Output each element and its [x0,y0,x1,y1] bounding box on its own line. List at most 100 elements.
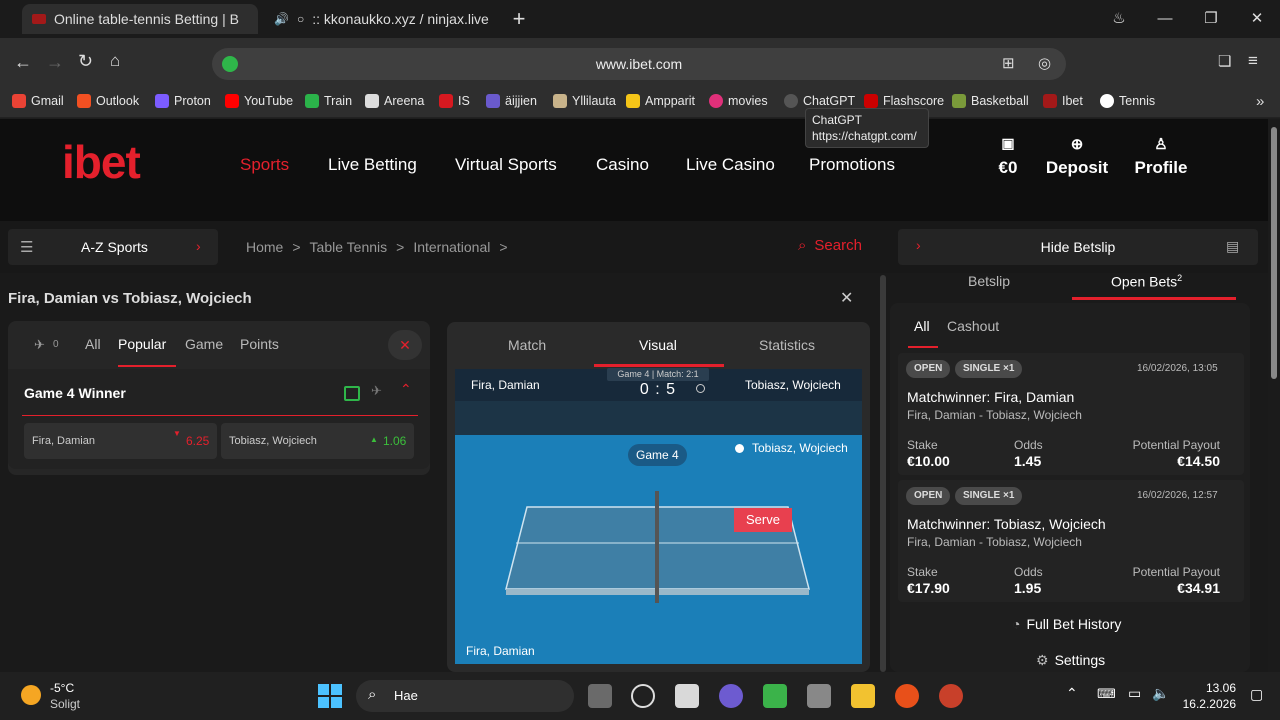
chatgpt-app-icon[interactable] [631,684,655,708]
chevron-up-icon[interactable]: ⌃ [1066,685,1078,702]
app-icon[interactable] [675,684,699,708]
bookmark-train[interactable]: Train [305,94,352,108]
tab-statistics[interactable]: Statistics [759,337,815,353]
restore-button[interactable]: ❐ [1199,8,1223,30]
bookmark-yllilauta[interactable]: Yllilauta [553,94,616,108]
bet-card[interactable]: OPEN SINGLE ×1 16/02/2026, 13:05 Matchwi… [898,353,1244,475]
hide-betslip-button[interactable]: › Hide Betslip ▤ [898,229,1258,265]
breadcrumb-table-tennis[interactable]: Table Tennis [310,239,388,255]
tab-betslip[interactable]: Betslip [968,273,1010,289]
network-icon[interactable]: ▭ [1128,685,1141,702]
tab-visual[interactable]: Visual [639,337,677,353]
bookmark-youtube[interactable]: YouTube [225,94,293,108]
back-icon[interactable]: ← [14,52,32,73]
clock-time[interactable]: 13.06 [1180,681,1236,695]
deposit-button[interactable]: ⊕ Deposit [1040,135,1114,178]
tab-kkonaukko[interactable]: 🔊 ○ :: kkonaukko.xyz / ninjax.live [264,4,504,34]
add-page-icon[interactable]: ⊞ [1002,54,1015,72]
full-history-label: Full Bet History [1026,616,1122,632]
aria-icon[interactable]: ◎ [1038,54,1051,72]
task-view-icon[interactable] [588,684,612,708]
bookmark-movies[interactable]: movies [709,94,768,108]
flame-icon[interactable]: ♨ [1107,8,1131,30]
address-bar[interactable]: www.ibet.com ⊞ ◎ [212,48,1066,80]
bookmark-gmail[interactable]: Gmail [12,94,64,108]
history-icon: ◔ [1012,616,1021,632]
selection-tobiasz[interactable]: Tobiasz, Wojciech ▲ 1.06 [221,423,414,459]
tab-game[interactable]: Game [185,336,223,352]
notifications-icon[interactable]: ▢ [1250,686,1263,703]
balance-button[interactable]: ▣ €0 [990,135,1026,178]
windows-start-icon[interactable] [318,684,342,708]
chevron-up-icon[interactable]: ⌃ [400,381,412,398]
close-markets-button[interactable]: ✕ [388,330,422,360]
breadcrumb-international[interactable]: International [413,239,490,255]
bookmark-flashscore[interactable]: Flashscore [864,94,944,108]
profile-button[interactable]: ♙ Profile [1130,135,1192,178]
pin-icon[interactable]: ✈ [371,383,382,399]
nav-sports[interactable]: Sports [240,155,289,175]
tab-match[interactable]: Match [508,337,546,353]
search-label: Search [814,237,862,254]
bookmark-basketball[interactable]: Basketball [952,94,1029,108]
bookmark-ampparit[interactable]: Ampparit [626,94,695,108]
bookmark-areena[interactable]: Areena [365,94,424,108]
nav-promotions[interactable]: Promotions [809,155,895,175]
tab-open-bets[interactable]: Open Bets2 [1111,273,1182,290]
bookmark-is[interactable]: IS [439,94,470,108]
menu-icon[interactable]: ≡ [1248,51,1258,71]
scrollbar-thumb[interactable] [1271,127,1277,379]
close-window-button[interactable]: ✕ [1245,8,1269,30]
nav-casino[interactable]: Casino [596,155,649,175]
selection-fira[interactable]: Fira, Damian ▼ 6.25 [24,423,217,459]
score: 0 : 5 [639,381,677,398]
az-sports-button[interactable]: ☰ A-Z Sports › [8,229,218,265]
full-bet-history-link[interactable]: ◔ Full Bet History [1012,616,1121,632]
nav-virtual-sports[interactable]: Virtual Sports [455,155,557,175]
home-icon[interactable]: ⌂ [110,51,120,71]
new-tab-button[interactable]: + [507,8,531,30]
close-event-icon[interactable]: ✕ [840,288,853,308]
tab-popular[interactable]: Popular [118,336,166,352]
tab-all[interactable]: All [85,336,101,352]
sun-icon[interactable] [21,685,41,705]
settings-link[interactable]: ⚙ Settings [1036,652,1105,669]
bet-card[interactable]: OPEN SINGLE ×1 16/02/2026, 12:57 Matchwi… [898,480,1244,602]
bookmark-tennis[interactable]: Tennis [1100,94,1155,108]
app-icon[interactable] [939,684,963,708]
type-badge: SINGLE ×1 [955,360,1023,378]
app-icon[interactable] [763,684,787,708]
reload-icon[interactable]: ↻ [78,51,93,72]
volume-icon[interactable]: 🔈 [1152,685,1169,702]
bookmark-chatgpt[interactable]: ChatGPT [784,94,855,108]
filter-all[interactable]: All [914,318,930,334]
breadcrumb-home[interactable]: Home [246,239,283,255]
nav-live-casino[interactable]: Live Casino [686,155,775,175]
bookmark-outlook[interactable]: Outlook [77,94,139,108]
clock-date[interactable]: 16.2.2026 [1180,697,1236,711]
keyboard-icon[interactable]: ⌨ [1097,686,1116,702]
open-bets-count: 2 [1177,273,1183,283]
forward-icon[interactable]: → [46,52,64,73]
tab-ibet[interactable]: Online table-tennis Betting | B [22,4,258,34]
ibet-logo[interactable]: ibet [62,135,141,189]
outlook-icon [77,94,91,108]
wallet-icon[interactable]: ❏ [1218,52,1231,70]
taskbar-search[interactable]: ⌕ Hae [356,680,574,712]
tab-points[interactable]: Points [240,336,279,352]
bookmark-ibet[interactable]: Ibet [1043,94,1083,108]
minimize-button[interactable]: — [1153,8,1177,30]
app-icon[interactable] [719,684,743,708]
filter-cashout[interactable]: Cashout [947,318,999,334]
page-scrollbar[interactable] [1268,119,1280,672]
browser-icon[interactable] [895,684,919,708]
calculator-icon[interactable] [807,684,831,708]
nav-live-betting[interactable]: Live Betting [328,155,417,175]
center-scrollbar[interactable] [880,275,886,672]
bookmark-aijjien[interactable]: äijjien [486,94,537,108]
pin-icon[interactable]: ✈ [34,337,45,353]
file-explorer-icon[interactable] [851,684,875,708]
bookmark-proton[interactable]: Proton [155,94,211,108]
search-button[interactable]: ⌕ Search [798,237,862,254]
more-bookmarks-icon[interactable]: » [1256,93,1264,110]
